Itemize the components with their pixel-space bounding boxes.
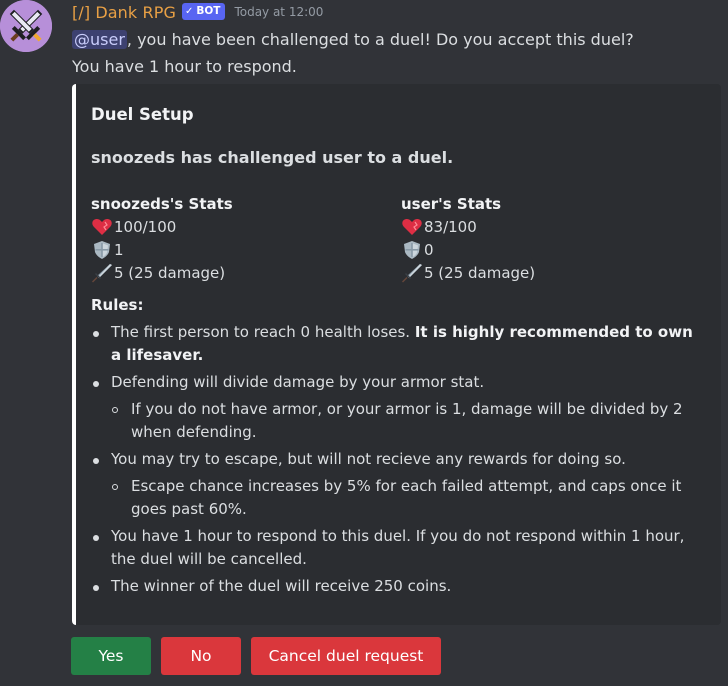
duel-embed: Duel Setup snoozeds has challenged user … xyxy=(72,84,721,625)
challenger-stats-field: snoozeds's Stats 100/100 1 5 (25 damage) xyxy=(91,193,381,284)
message-content: @user, you have been challenged to a due… xyxy=(72,26,722,80)
embed-title: Duel Setup xyxy=(91,105,194,124)
health-value: 100/100 xyxy=(114,217,177,236)
rule-text: You have 1 hour to respond to this duel.… xyxy=(111,527,685,568)
message-line-1-text: , you have been challenged to a duel! Do… xyxy=(126,30,634,49)
decline-duel-button[interactable]: No xyxy=(161,637,241,675)
message-header: [/] Dank RPG ✓ BOT Today at 12:00 xyxy=(72,1,323,23)
sword-icon xyxy=(402,263,422,282)
rule-item: Defending will divide damage by your arm… xyxy=(91,371,701,394)
armor-value: 0 xyxy=(424,240,434,259)
accept-duel-button[interactable]: Yes xyxy=(71,637,151,675)
shield-icon xyxy=(94,240,110,259)
heart-icon xyxy=(92,218,112,235)
bot-badge: ✓ BOT xyxy=(181,2,226,20)
message-line-2: You have 1 hour to respond. xyxy=(72,57,297,76)
rule-text: Escape chance increases by 5% for each f… xyxy=(131,477,682,518)
rule-item: The winner of the duel will receive 250 … xyxy=(91,575,701,598)
heart-icon xyxy=(402,218,422,235)
message-timestamp[interactable]: Today at 12:00 xyxy=(234,5,323,19)
message-line-1: @user, you have been challenged to a due… xyxy=(72,26,722,53)
rules-heading: Rules: xyxy=(91,296,144,314)
cancel-duel-request-button[interactable]: Cancel duel request xyxy=(251,637,441,675)
action-row: Yes No Cancel duel request xyxy=(71,637,441,675)
rule-subitem: If you do not have armor, or your armor … xyxy=(91,398,701,444)
health-stat: 100/100 xyxy=(91,215,381,238)
health-stat: 83/100 xyxy=(401,215,691,238)
field-name: user's Stats xyxy=(401,195,502,213)
sword-icon xyxy=(92,263,112,282)
rule-item: You may try to escape, but will not reci… xyxy=(91,448,701,471)
rule-item: You have 1 hour to respond to this duel.… xyxy=(91,525,701,571)
author-name[interactable]: [/] Dank RPG xyxy=(72,3,176,22)
rule-subitem: Escape chance increases by 5% for each f… xyxy=(91,475,701,521)
rule-text: The first person to reach 0 health loses… xyxy=(111,323,415,341)
armor-value: 1 xyxy=(114,240,124,259)
shield-icon xyxy=(404,240,420,259)
rules-list: The first person to reach 0 health loses… xyxy=(91,321,701,602)
field-name: snoozeds's Stats xyxy=(91,195,233,213)
bot-badge-label: BOT xyxy=(196,5,221,17)
attack-stat: 5 (25 damage) xyxy=(401,261,691,284)
armor-stat: 1 xyxy=(91,238,381,261)
rule-text: If you do not have armor, or your armor … xyxy=(131,400,683,441)
opponent-stats-field: user's Stats 83/100 0 5 (25 damage) xyxy=(401,193,691,284)
chat-message: [/] Dank RPG ✓ BOT Today at 12:00 @user,… xyxy=(0,0,728,686)
rule-text: You may try to escape, but will not reci… xyxy=(111,450,626,468)
attack-stat: 5 (25 damage) xyxy=(91,261,381,284)
embed-description: snoozeds has challenged user to a duel. xyxy=(91,148,454,167)
armor-stat: 0 xyxy=(401,238,691,261)
rule-text: The winner of the duel will receive 250 … xyxy=(111,577,452,595)
health-value: 83/100 xyxy=(424,217,477,236)
verified-check-icon: ✓ xyxy=(184,5,194,17)
attack-value: 5 (25 damage) xyxy=(424,263,536,282)
rule-item: The first person to reach 0 health loses… xyxy=(91,321,701,367)
user-mention[interactable]: @user xyxy=(72,30,127,49)
rule-text: Defending will divide damage by your arm… xyxy=(111,373,485,391)
bot-avatar[interactable] xyxy=(0,0,52,52)
attack-value: 5 (25 damage) xyxy=(114,263,226,282)
